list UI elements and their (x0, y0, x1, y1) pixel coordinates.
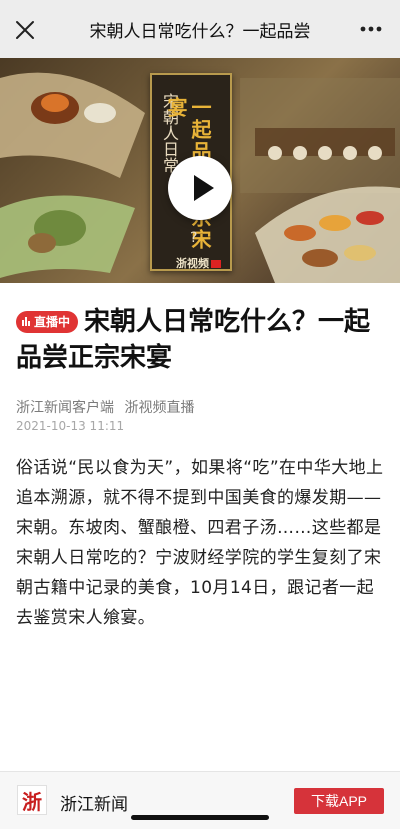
article-source: 浙江新闻客户端 浙视频直播 (16, 397, 194, 417)
zjvideo-logo: 浙视频 (176, 255, 221, 271)
source-channel[interactable]: 浙视频直播 (124, 400, 194, 416)
scroll-question-mark: ? (190, 230, 198, 246)
live-badge: 直播中 (16, 310, 79, 333)
video-player[interactable]: 宋朝人日常 一起品尝正宗宋宴 ? 浙视频 (0, 58, 400, 283)
home-indicator (131, 815, 269, 820)
article-body: 俗话说“民以食为天”，如果将“吃”在中华大地上追本溯源，就不得不提到中国美食的爆… (16, 458, 384, 628)
source-name: 浙江新闻客户端 (16, 400, 114, 416)
article-date: 2021-10-13 11:11 (16, 419, 125, 433)
more-icon[interactable] (360, 26, 382, 32)
live-bars-icon (22, 317, 30, 326)
app-download-bar: 浙 浙江新闻 下载APP (0, 771, 400, 829)
app-logo: 浙 (17, 785, 47, 815)
download-app-button[interactable]: 下载APP (294, 788, 384, 814)
close-icon[interactable] (14, 19, 36, 41)
play-icon[interactable] (168, 156, 232, 220)
top-nav-bar: 宋朝人日常吃什么？一起品尝 (0, 0, 400, 58)
article-title: 直播中 宋朝人日常吃什么？一起品尝正宗宋宴 (16, 304, 388, 376)
app-name: 浙江新闻 (60, 795, 128, 815)
page-title: 宋朝人日常吃什么？一起品尝 (89, 21, 311, 42)
